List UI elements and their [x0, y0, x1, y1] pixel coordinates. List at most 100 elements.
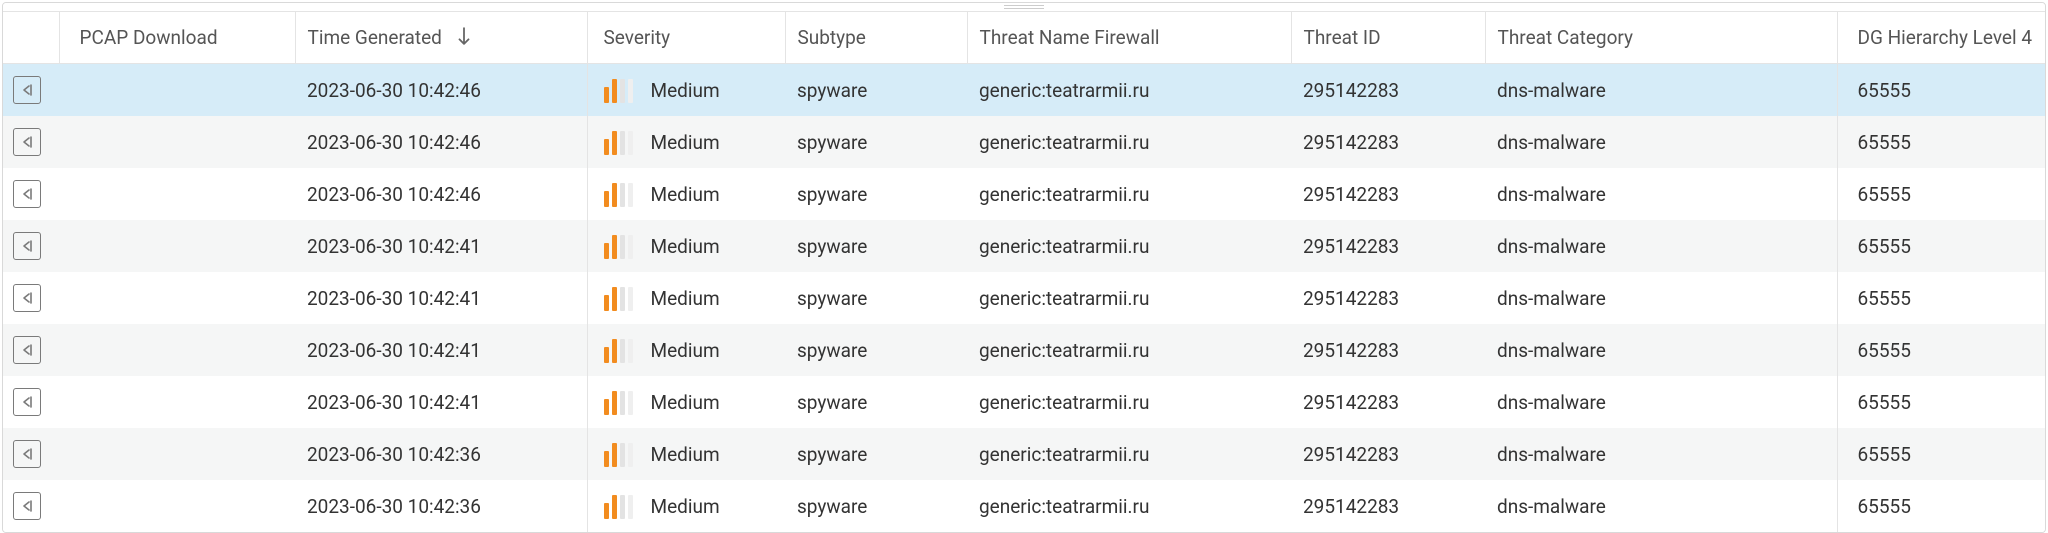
time-generated-cell: 2023-06-30 10:42:41 [295, 376, 587, 428]
column-header-threat-id[interactable]: Threat ID [1291, 12, 1485, 64]
column-label: DG Hierarchy Level 4 [1858, 26, 2033, 49]
subtype-cell: spyware [785, 64, 967, 117]
column-header-threat-category[interactable]: Threat Category [1485, 12, 1837, 64]
expand-cell [3, 376, 59, 428]
severity-label: Medium [651, 339, 720, 362]
table-row[interactable]: 2023-06-30 10:42:41Mediumspywaregeneric:… [3, 220, 2046, 272]
expand-row-icon[interactable] [13, 284, 41, 312]
pcap-cell [59, 64, 295, 117]
column-header-expand[interactable] [3, 12, 59, 64]
expand-cell [3, 64, 59, 117]
column-header-pcap[interactable]: PCAP Download [59, 12, 295, 64]
time-generated-cell: 2023-06-30 10:42:36 [295, 480, 587, 532]
severity-cell: Medium [587, 480, 785, 532]
threat-name-cell: generic:teatrarmii.ru [967, 324, 1291, 376]
column-header-threat-name[interactable]: Threat Name Firewall [967, 12, 1291, 64]
threat-name-cell: generic:teatrarmii.ru [967, 64, 1291, 117]
table-row[interactable]: 2023-06-30 10:42:41 Medium spywaregeneric:… [3, 376, 2046, 428]
time-generated-cell: 2023-06-30 10:42:41 [295, 324, 587, 376]
subtype-cell: spyware [785, 428, 967, 480]
column-label: Severity [604, 26, 671, 49]
severity-cell: Medium [587, 272, 785, 324]
column-label: Subtype [798, 26, 866, 49]
dg-hierarchy-cell: 65555 [1837, 116, 2046, 168]
pcap-cell [59, 428, 295, 480]
sort-descending-icon [457, 27, 471, 50]
table-row[interactable]: 2023-06-30 10:42:41Mediumspywaregeneric:… [3, 272, 2046, 324]
column-label: Threat Category [1498, 26, 1634, 49]
severity-cell: Medium [587, 168, 785, 220]
severity-cell: Medium [587, 64, 785, 117]
column-label: Threat Name Firewall [980, 26, 1160, 49]
threat-category-cell: dns-malware [1485, 64, 1837, 117]
threat-name-cell: generic:teatrarmii.ru [967, 480, 1291, 532]
column-header-severity[interactable]: Severity [587, 12, 785, 64]
severity-cell: Medium [587, 220, 785, 272]
expand-row-icon[interactable] [13, 76, 41, 104]
expand-cell [3, 428, 59, 480]
severity-bars-icon [604, 441, 633, 467]
column-header-dg-hierarchy[interactable]: DG Hierarchy Level 4 [1837, 12, 2046, 64]
threat-name-cell: generic:teatrarmii.ru [967, 220, 1291, 272]
severity-label: Medium [651, 495, 720, 518]
table-row[interactable]: 2023-06-30 10:42:36Mediumspywaregeneric:… [3, 480, 2046, 532]
expand-cell [3, 480, 59, 532]
time-generated-cell: 2023-06-30 10:42:46 [295, 116, 587, 168]
severity-label: Medium [651, 131, 720, 154]
column-label: PCAP Download [80, 26, 218, 49]
threat-name-cell: generic:teatrarmii.ru [967, 116, 1291, 168]
threat-category-cell: dns-malware [1485, 480, 1837, 532]
expand-cell [3, 168, 59, 220]
threat-category-cell: dns-malware [1485, 324, 1837, 376]
time-generated-cell: 2023-06-30 10:42:41 [295, 272, 587, 324]
expand-row-icon[interactable] [13, 232, 41, 260]
time-generated-cell: 2023-06-30 10:42:36 [295, 428, 587, 480]
dg-hierarchy-cell: 65555 [1837, 64, 2046, 117]
expand-row-icon[interactable] [13, 128, 41, 156]
table-row[interactable]: 2023-06-30 10:42:46 Medium spywaregeneric:… [3, 64, 2046, 117]
table-row[interactable]: 2023-06-30 10:42:36Mediumspywaregeneric:… [3, 428, 2046, 480]
severity-label: Medium [651, 79, 720, 102]
threat-name-cell: generic:teatrarmii.ru [967, 376, 1291, 428]
table-header-row: PCAP Download Time Generated Severity Su… [3, 12, 2046, 64]
severity-bars-icon [604, 129, 633, 155]
column-header-time-generated[interactable]: Time Generated [295, 12, 587, 64]
expand-row-icon[interactable] [13, 336, 41, 364]
severity-label: Medium [651, 183, 720, 206]
threat-id-cell: 295142283 [1291, 220, 1485, 272]
expand-cell [3, 116, 59, 168]
threat-name-cell: generic:teatrarmii.ru [967, 272, 1291, 324]
expand-row-icon[interactable] [13, 180, 41, 208]
expand-row-icon[interactable] [13, 440, 41, 468]
expand-cell [3, 220, 59, 272]
severity-cell: Medium [587, 376, 785, 428]
log-table-container: PCAP Download Time Generated Severity Su… [2, 2, 2046, 533]
threat-id-cell: 295142283 [1291, 64, 1485, 117]
dg-hierarchy-cell: 65555 [1837, 168, 2046, 220]
table-row[interactable]: 2023-06-30 10:42:46Mediumspywaregeneric:… [3, 116, 2046, 168]
threat-id-cell: 295142283 [1291, 272, 1485, 324]
threat-name-cell: generic:teatrarmii.ru [967, 428, 1291, 480]
subtype-cell: spyware [785, 376, 967, 428]
severity-cell: Medium [587, 116, 785, 168]
drag-handle-icon[interactable] [3, 3, 2045, 11]
pcap-cell [59, 168, 295, 220]
pcap-cell [59, 376, 295, 428]
time-generated-cell: 2023-06-30 10:42:46 [295, 168, 587, 220]
pcap-cell [59, 324, 295, 376]
table-row[interactable]: 2023-06-30 10:42:46Mediumspywaregeneric:… [3, 168, 2046, 220]
pcap-cell [59, 116, 295, 168]
severity-label: Medium [651, 391, 720, 414]
severity-bars-icon [604, 77, 633, 103]
expand-cell [3, 324, 59, 376]
time-generated-cell: 2023-06-30 10:42:46 [295, 64, 587, 117]
threat-id-cell: 295142283 [1291, 168, 1485, 220]
threat-id-cell: 295142283 [1291, 428, 1485, 480]
threat-id-cell: 295142283 [1291, 376, 1485, 428]
expand-row-icon[interactable] [13, 388, 41, 416]
threat-category-cell: dns-malware [1485, 272, 1837, 324]
severity-bars-icon [604, 389, 633, 415]
expand-row-icon[interactable] [13, 492, 41, 520]
table-row[interactable]: 2023-06-30 10:42:41Mediumspywaregeneric:… [3, 324, 2046, 376]
column-header-subtype[interactable]: Subtype [785, 12, 967, 64]
